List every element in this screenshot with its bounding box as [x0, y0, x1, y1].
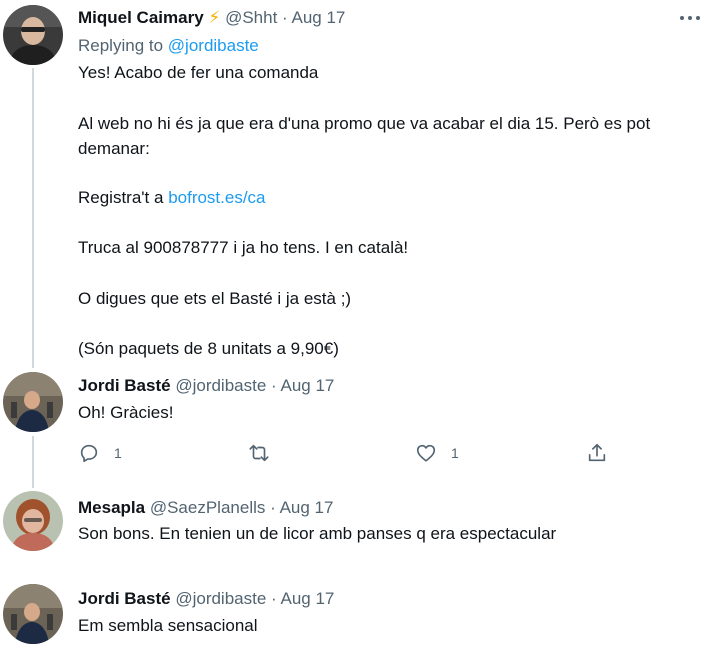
- author-name[interactable]: Mesapla: [78, 498, 145, 517]
- replying-to: Replying to @jordibaste: [78, 36, 259, 56]
- tweet-text-line: Truca al 900878777 i ja ho tens. I en ca…: [78, 238, 409, 257]
- author-name[interactable]: Jordi Basté: [78, 376, 171, 395]
- tweet[interactable]: Jordi Basté @jordibaste · Aug 17 Em semb…: [0, 579, 715, 657]
- separator-dot: ·: [271, 376, 277, 395]
- like-count: 1: [451, 445, 459, 461]
- reply-count: 1: [114, 445, 122, 461]
- tweet-text-line: Yes! Acabo de fer una comanda: [78, 63, 319, 82]
- separator-dot: ·: [271, 589, 277, 608]
- tweet-text: Oh! Gràcies!: [78, 403, 174, 422]
- share-icon: [588, 443, 606, 462]
- author-name[interactable]: Jordi Basté: [78, 589, 171, 608]
- avatar[interactable]: [3, 372, 63, 432]
- author-handle[interactable]: @jordibaste: [175, 376, 266, 395]
- author-handle[interactable]: @Shht: [225, 8, 277, 27]
- author-name[interactable]: Miquel Caimary: [78, 8, 204, 27]
- tweet-date[interactable]: Aug 17: [280, 498, 334, 517]
- author-handle[interactable]: @jordibaste: [175, 589, 266, 608]
- avatar[interactable]: [3, 491, 63, 551]
- tweet-text-line: demanar:: [78, 139, 150, 158]
- tweet-text-line: O digues que ets el Basté i ja està ;): [78, 289, 352, 308]
- tweet-date[interactable]: Aug 17: [281, 589, 335, 608]
- tweet[interactable]: Mesapla @SaezPlanells · Aug 17 Son bons.…: [0, 487, 715, 567]
- retweet-button[interactable]: [248, 441, 270, 465]
- replying-label: Replying to: [78, 36, 164, 55]
- tweet[interactable]: Miquel Caimary ⚡ @Shht · Aug 17 Replying…: [0, 0, 715, 365]
- mention-link[interactable]: @jordibaste: [168, 36, 259, 55]
- avatar[interactable]: [3, 5, 63, 65]
- tweet-date[interactable]: Aug 17: [292, 8, 346, 27]
- like-button[interactable]: 1: [415, 441, 459, 465]
- action-bar: 1 1: [78, 441, 618, 465]
- text-prefix: Registra't a: [78, 188, 164, 207]
- reply-icon: [80, 444, 98, 463]
- tweet-text: Son bons. En tenien un de licor amb pans…: [78, 524, 557, 543]
- author-handle[interactable]: @SaezPlanells: [150, 498, 266, 517]
- separator-dot: ·: [282, 8, 288, 27]
- heart-icon: [416, 444, 436, 462]
- tweet-text-line: Al web no hi és ja que era d'una promo q…: [78, 114, 651, 133]
- retweet-icon: [249, 444, 269, 462]
- tweet-text-line: (Són paquets de 8 unitats a 9,90€): [78, 339, 339, 358]
- separator-dot: ·: [270, 498, 276, 517]
- more-dots-icon[interactable]: [677, 8, 703, 28]
- tweet-date[interactable]: Aug 17: [281, 376, 335, 395]
- tweet-text: Em sembla sensacional: [78, 616, 258, 635]
- url-link[interactable]: bofrost.es/ca: [168, 188, 265, 207]
- share-button[interactable]: [586, 441, 608, 465]
- reply-button[interactable]: 1: [78, 441, 122, 465]
- lightning-badge-icon: ⚡: [208, 8, 221, 27]
- tweet-text-line: Registra't a bofrost.es/ca: [78, 188, 266, 208]
- avatar[interactable]: [3, 584, 63, 644]
